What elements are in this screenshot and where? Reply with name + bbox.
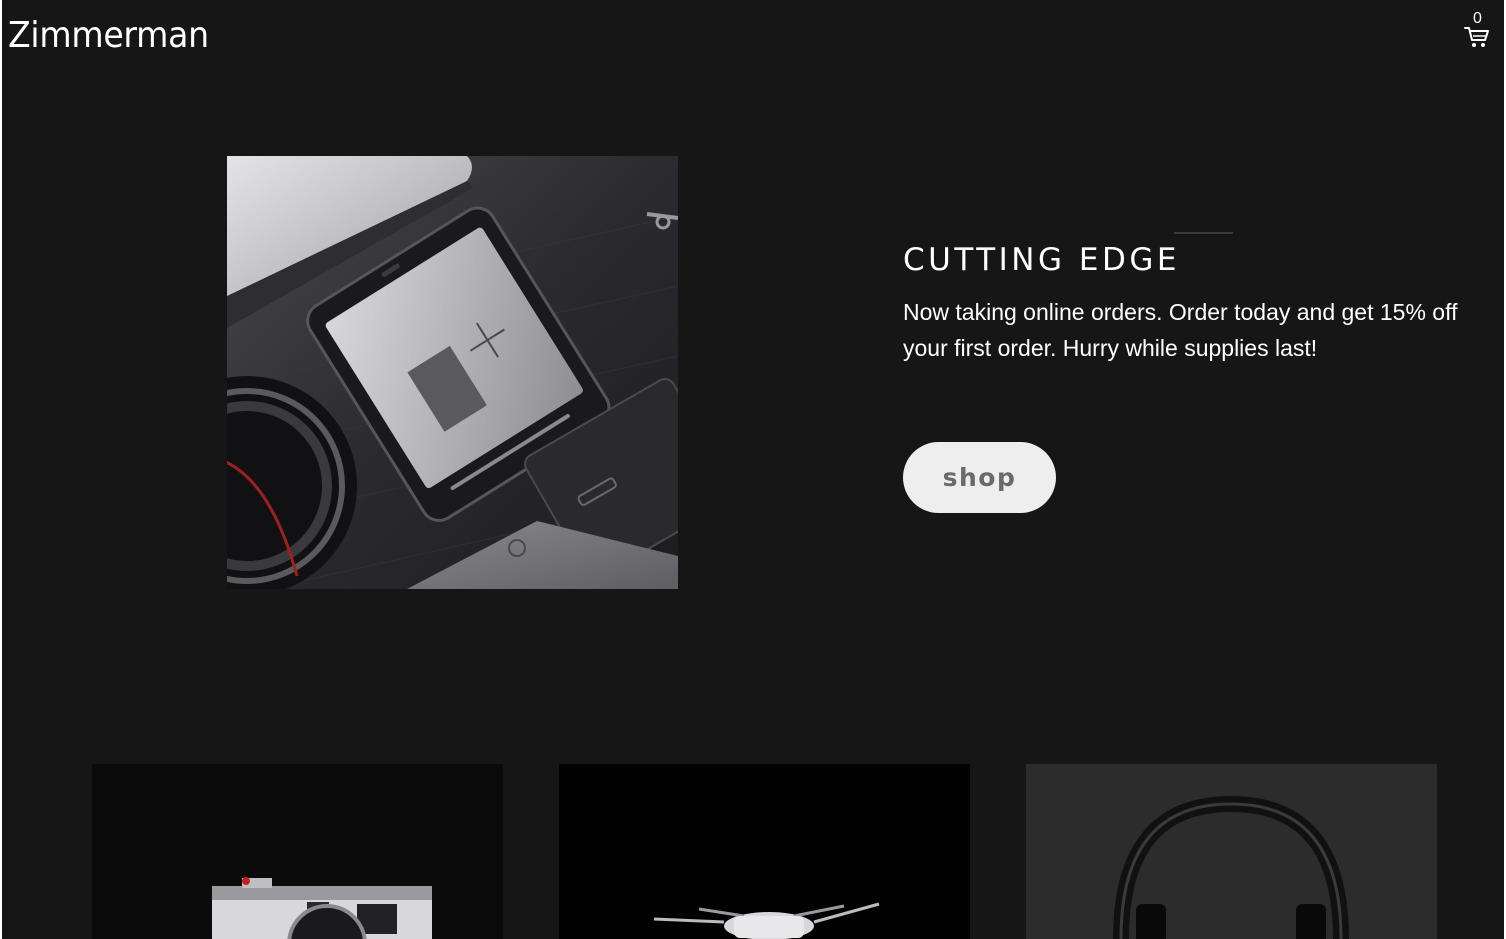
cart-icon <box>1464 27 1489 47</box>
product-card-drone[interactable] <box>559 764 970 939</box>
accent-line <box>1174 232 1233 234</box>
product-card-camera[interactable] <box>92 764 503 939</box>
shop-button[interactable]: shop <box>903 442 1056 513</box>
hero-heading: CUTTING EDGE <box>903 242 1180 278</box>
brand-logo[interactable]: Zimmerman <box>8 14 209 58</box>
cart-button[interactable]: 0 <box>1460 8 1496 50</box>
hero-description: Now taking online orders. Order today an… <box>903 299 1458 361</box>
page: Zimmerman 0 CUTTING EDGE Now taking onli… <box>2 0 1504 939</box>
hero-image <box>227 156 678 589</box>
headphones-illustration <box>1026 764 1437 939</box>
camera-illustration <box>92 764 503 939</box>
drone-illustration <box>559 764 970 939</box>
phone-gadgets-illustration <box>227 156 678 589</box>
product-card-headphones[interactable] <box>1026 764 1437 939</box>
